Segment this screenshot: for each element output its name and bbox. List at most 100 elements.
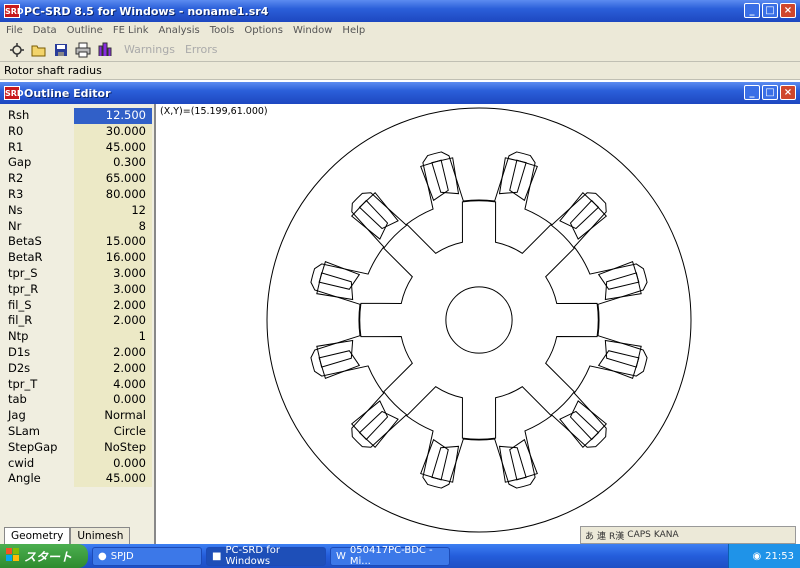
start-button[interactable]: スタート xyxy=(0,544,88,568)
stator-coil xyxy=(420,438,449,481)
open-icon[interactable] xyxy=(30,41,48,59)
menu-outline[interactable]: Outline xyxy=(67,25,103,36)
menu-analysis[interactable]: Analysis xyxy=(159,25,200,36)
param-row-r3[interactable]: R3 80.000 xyxy=(4,186,152,203)
menu-file[interactable]: File xyxy=(6,25,23,36)
param-row-d1s[interactable]: D1s 2.000 xyxy=(4,344,152,361)
param-name: R0 xyxy=(8,123,24,138)
tab-geometry[interactable]: Geometry xyxy=(4,527,71,544)
param-value[interactable]: 45.000 xyxy=(74,139,152,156)
param-row-d2s[interactable]: D2s 2.000 xyxy=(4,360,152,377)
child-minimize-button[interactable]: _ xyxy=(744,85,760,100)
ime-conversion[interactable]: 連 xyxy=(597,529,606,542)
parameter-table: Rsh 12.500 R0 30.000 R1 45.000 Gap 0.300 R2 65.00… xyxy=(4,108,152,488)
stator-coil xyxy=(597,350,640,379)
param-value[interactable]: 2.000 xyxy=(74,360,152,377)
param-value[interactable]: 12 xyxy=(74,202,152,219)
param-value[interactable]: 2.000 xyxy=(74,297,152,314)
param-row-ntp[interactable]: Ntp 1 xyxy=(4,329,152,345)
param-value[interactable]: 0.000 xyxy=(74,392,152,409)
param-row-betas[interactable]: BetaS 15.000 xyxy=(4,234,152,251)
param-row-nr[interactable]: Nr 8 xyxy=(4,218,152,235)
outline-canvas[interactable]: (X,Y)=(15.199,61.000) xyxy=(158,104,800,544)
param-row-tab[interactable]: tab 0.000 xyxy=(4,392,152,409)
menu-options[interactable]: Options xyxy=(244,25,283,36)
panel-tabs: Geometry Unimesh xyxy=(4,527,131,544)
menu-tools[interactable]: Tools xyxy=(210,25,235,36)
task-word-doc[interactable]: W 050417PC-BDC - Mi... xyxy=(330,545,450,567)
param-row-betar[interactable]: BetaR 16.000 xyxy=(4,250,152,266)
task-spjd-label: SPJD xyxy=(110,550,134,562)
param-row-tpr-t[interactable]: tpr_T 4.000 xyxy=(4,376,152,393)
param-name: Rsh xyxy=(8,108,30,122)
param-row-tpr-s[interactable]: tpr_S 3.000 xyxy=(4,265,152,282)
maximize-button[interactable]: □ xyxy=(762,3,778,18)
task-pc-srd-label: PC-SRD for Windows xyxy=(225,545,280,567)
param-value[interactable]: 3.000 xyxy=(74,281,152,298)
param-row-stepgap[interactable]: StepGap NoStep xyxy=(4,439,152,456)
param-row-r0[interactable]: R0 30.000 xyxy=(4,123,152,140)
task-spjd[interactable]: ● SPJD xyxy=(92,546,202,566)
ime-mode-hiragana[interactable]: あ xyxy=(585,529,594,542)
chart-icon[interactable] xyxy=(96,41,114,59)
param-name: tpr_T xyxy=(8,376,38,391)
save-icon[interactable] xyxy=(52,41,70,59)
param-row-jag[interactable]: Jag Normal xyxy=(4,408,152,424)
param-row-r1[interactable]: R1 45.000 xyxy=(4,139,152,156)
param-value[interactable]: 15.000 xyxy=(74,234,152,251)
child-maximize-button[interactable]: □ xyxy=(762,85,778,100)
menu-fe-link[interactable]: FE Link xyxy=(113,25,149,36)
param-row-tpr-r[interactable]: tpr_R 3.000 xyxy=(4,281,152,298)
param-value[interactable]: 16.000 xyxy=(74,250,152,266)
close-button[interactable]: × xyxy=(780,3,796,18)
param-value[interactable]: 0.300 xyxy=(74,155,152,172)
param-row-cwid[interactable]: cwid 0.000 xyxy=(4,455,152,472)
param-value[interactable]: 30.000 xyxy=(74,123,152,140)
param-row-fil-r[interactable]: fil_R 2.000 xyxy=(4,313,152,330)
param-name: Ns xyxy=(8,202,23,217)
param-row-gap[interactable]: Gap 0.300 xyxy=(4,155,152,172)
parameter-panel: Rsh 12.500 R0 30.000 R1 45.000 Gap 0.300 R2 65.00… xyxy=(0,104,156,544)
menu-window[interactable]: Window xyxy=(293,25,332,36)
task-word-doc-label: 050417PC-BDC - Mi... xyxy=(349,545,433,567)
app-titlebar: SRD PC-SRD 8.5 for Windows - noname1.sr4… xyxy=(0,0,800,22)
param-value[interactable]: 3.000 xyxy=(74,265,152,282)
param-value[interactable]: Circle xyxy=(74,423,152,440)
param-value[interactable]: 2.000 xyxy=(74,344,152,361)
param-row-ns[interactable]: Ns 12 xyxy=(4,202,152,219)
param-value[interactable]: 12.500 xyxy=(74,108,152,124)
minimize-button[interactable]: _ xyxy=(744,3,760,18)
param-value[interactable]: Normal xyxy=(74,408,152,424)
param-row-fil-s[interactable]: fil_S 2.000 xyxy=(4,297,152,314)
param-value[interactable]: NoStep xyxy=(74,439,152,456)
toolbar: Warnings Errors xyxy=(0,38,800,62)
param-row-r2[interactable]: R2 65.000 xyxy=(4,171,152,187)
child-close-button[interactable]: × xyxy=(780,85,796,100)
new-icon[interactable] xyxy=(8,41,26,59)
print-icon[interactable] xyxy=(74,41,92,59)
task-pc-srd[interactable]: ■ PC-SRD for Windows xyxy=(206,545,326,567)
ime-kanji[interactable]: R漢 xyxy=(609,529,624,542)
warnings-button[interactable]: Warnings xyxy=(124,43,175,56)
tab-unimesh[interactable]: Unimesh xyxy=(70,527,131,544)
ime-kana[interactable]: KANA xyxy=(654,530,679,540)
param-row-angle[interactable]: Angle 45.000 xyxy=(4,471,152,488)
menu-help[interactable]: Help xyxy=(342,25,365,36)
ime-language-bar[interactable]: あ 連 R漢 CAPS KANA xyxy=(580,526,796,544)
clock: 21:53 xyxy=(765,550,794,562)
param-value[interactable]: 2.000 xyxy=(74,313,152,330)
param-name: SLam xyxy=(8,423,40,438)
menu-data[interactable]: Data xyxy=(33,25,57,36)
param-value[interactable]: 0.000 xyxy=(74,455,152,472)
param-value[interactable]: 1 xyxy=(74,329,152,345)
tray-icon[interactable]: ◉ xyxy=(752,551,761,562)
errors-button[interactable]: Errors xyxy=(185,43,218,56)
param-value[interactable]: 80.000 xyxy=(74,186,152,203)
param-value[interactable]: 65.000 xyxy=(74,171,152,187)
ime-caps[interactable]: CAPS xyxy=(627,530,651,540)
param-value[interactable]: 4.000 xyxy=(74,376,152,393)
param-value[interactable]: 45.000 xyxy=(74,471,152,488)
param-row-slam[interactable]: SLam Circle xyxy=(4,423,152,440)
param-row-rsh[interactable]: Rsh 12.500 xyxy=(4,108,152,124)
param-value[interactable]: 8 xyxy=(74,218,152,235)
